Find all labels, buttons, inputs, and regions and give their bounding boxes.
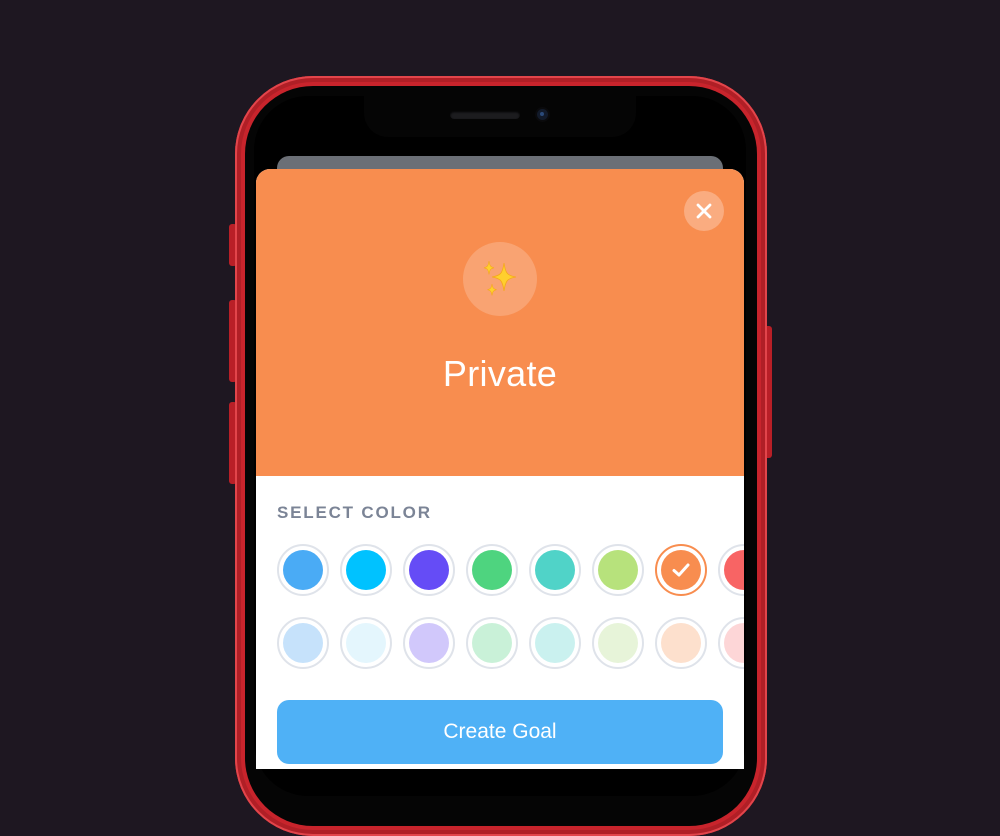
checkmark-icon (657, 546, 705, 594)
color-swatch[interactable] (340, 544, 392, 596)
color-swatch[interactable] (466, 617, 518, 669)
color-dot (661, 623, 701, 663)
color-swatch[interactable] (466, 544, 518, 596)
color-dot (472, 623, 512, 663)
color-dot (346, 623, 386, 663)
color-dot (535, 623, 575, 663)
color-swatch[interactable] (655, 617, 707, 669)
color-dot (409, 623, 449, 663)
color-swatch[interactable] (655, 544, 707, 596)
color-swatch[interactable] (277, 617, 329, 669)
front-camera (537, 109, 548, 120)
color-dot (724, 623, 744, 663)
goal-title[interactable]: Private (256, 353, 744, 395)
goal-header: Private (256, 169, 744, 476)
color-swatch[interactable] (403, 544, 455, 596)
close-button[interactable] (684, 191, 724, 231)
color-swatch[interactable] (718, 617, 744, 669)
color-swatch[interactable] (277, 544, 329, 596)
select-color-label: SELECT COLOR (277, 503, 432, 522)
color-dot (283, 550, 323, 590)
color-dot (598, 550, 638, 590)
speaker-grille (450, 111, 520, 119)
color-swatch[interactable] (718, 544, 744, 596)
color-swatch[interactable] (340, 617, 392, 669)
sparkles-icon (483, 260, 517, 296)
create-goal-sheet: Private SELECT COLOR Create Goal (256, 169, 744, 769)
color-dot (409, 550, 449, 590)
color-swatch[interactable] (529, 544, 581, 596)
color-dot (283, 623, 323, 663)
color-swatch[interactable] (529, 617, 581, 669)
color-swatch[interactable] (403, 617, 455, 669)
create-goal-label: Create Goal (443, 720, 557, 743)
color-dot (535, 550, 575, 590)
create-goal-button[interactable]: Create Goal (277, 700, 723, 764)
goal-emoji-button[interactable] (463, 242, 537, 316)
close-icon (696, 203, 712, 219)
color-swatch[interactable] (592, 544, 644, 596)
color-dot (472, 550, 512, 590)
color-dot (598, 623, 638, 663)
color-dot (724, 550, 744, 590)
color-dot (346, 550, 386, 590)
color-swatch[interactable] (592, 617, 644, 669)
